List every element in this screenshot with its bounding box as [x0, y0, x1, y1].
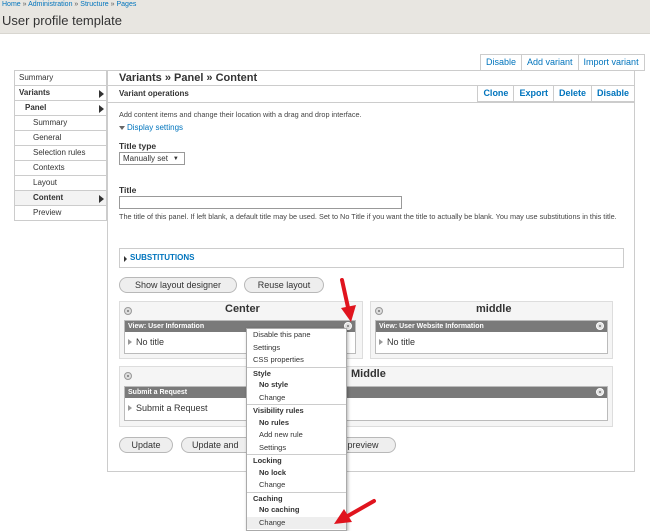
breadcrumb-separator: »	[74, 1, 79, 8]
content-intro: Add content items and change their locat…	[119, 110, 362, 119]
menu-item-no-lock: No lock	[259, 467, 287, 477]
chevron-right-icon	[99, 90, 104, 98]
tab-variants-label: Variants	[19, 88, 51, 97]
region-middle-title: middle	[476, 303, 512, 315]
caret-down-icon	[119, 126, 125, 130]
pane-submit-a-request[interactable]: Submit a Request Submit a Request	[124, 386, 608, 421]
menu-item-style-change[interactable]: Change	[247, 392, 346, 405]
pane-body: No title	[376, 332, 607, 352]
menu-item-visibility-settings[interactable]: Settings	[247, 442, 346, 455]
pane-title-bar[interactable]: Submit a Request	[125, 387, 607, 398]
menu-item-settings[interactable]: Settings	[247, 342, 346, 355]
pane-body-text: No title	[136, 337, 165, 347]
gear-icon[interactable]	[124, 307, 132, 315]
display-settings-link: Display settings	[127, 123, 184, 132]
pane-body-text: Submit a Request	[136, 403, 208, 413]
vertical-tabs: Summary Variants Panel Summary General S…	[14, 70, 107, 221]
menu-heading-style: Style	[247, 366, 346, 379]
variant-operations-row: Variant operations Clone Export Delete D…	[108, 85, 635, 103]
menu-item-no-style: No style	[259, 380, 289, 389]
title-label: Title	[119, 185, 137, 195]
title-type-label: Title type	[119, 141, 157, 151]
tab-general[interactable]: General	[15, 131, 106, 146]
pane-body: Submit a Request	[125, 398, 607, 418]
breadcrumb-structure[interactable]: Structure	[80, 1, 108, 8]
tab-summary[interactable]: Summary	[15, 71, 106, 86]
disable-variant-button[interactable]: Disable	[590, 86, 634, 101]
menu-item-disable-pane[interactable]: Disable this pane	[247, 329, 346, 342]
menu-heading-locking: Locking	[247, 454, 346, 467]
pane-user-website-information[interactable]: View: User Website Information No title	[375, 320, 608, 354]
chevron-right-icon	[99, 105, 104, 113]
tab-content-label: Content	[33, 193, 64, 202]
pane-title-bar[interactable]: View: User Website Information	[376, 321, 607, 332]
menu-item-lock-change[interactable]: Change	[247, 479, 346, 492]
gear-icon[interactable]	[596, 322, 604, 330]
export-button[interactable]: Export	[513, 86, 553, 101]
variant-operations-label: Variant operations	[119, 89, 189, 98]
region-center-title: Center	[225, 303, 260, 315]
title-input[interactable]	[119, 196, 402, 209]
breadcrumb-separator: »	[110, 1, 115, 8]
tab-preview[interactable]: Preview	[15, 206, 106, 221]
gear-icon[interactable]	[375, 307, 383, 315]
title-type-value: Manually set	[123, 154, 168, 163]
tab-variants[interactable]: Variants	[15, 86, 106, 101]
substitutions-fieldset[interactable]: SUBSTITUTIONS	[119, 248, 624, 268]
tab-panel[interactable]: Panel	[15, 101, 106, 116]
tab-panel-summary[interactable]: Summary	[15, 116, 106, 131]
delete-button[interactable]: Delete	[552, 86, 591, 101]
tab-selection-rules[interactable]: Selection rules	[15, 146, 106, 161]
breadcrumb-separator: »	[22, 1, 27, 8]
page-title: User profile template	[2, 13, 122, 28]
chevron-right-icon	[99, 195, 104, 203]
content-heading: Variants » Panel » Content	[108, 71, 634, 86]
tab-contexts[interactable]: Contexts	[15, 161, 106, 176]
breadcrumb: Home » Administration » Structure » Page…	[2, 1, 136, 8]
tab-panel-label: Panel	[25, 103, 47, 112]
gear-icon[interactable]	[596, 388, 604, 396]
pane-body-text: No title	[387, 337, 416, 347]
breadcrumb-administration[interactable]: Administration	[28, 1, 72, 8]
disable-page-button[interactable]: Disable	[481, 55, 521, 70]
menu-heading-visibility-rules: Visibility rules	[247, 404, 346, 417]
region-middle-full-title: Middle	[351, 368, 386, 380]
dropdown-arrow-icon: ▼	[172, 155, 179, 162]
caret-right-icon	[128, 339, 132, 345]
gear-icon[interactable]	[124, 372, 132, 380]
title-type-select[interactable]: Manually set ▼	[119, 152, 185, 165]
import-variant-button[interactable]: Import variant	[577, 55, 644, 70]
caret-right-icon	[379, 339, 383, 345]
show-layout-designer-button[interactable]: Show layout designer	[119, 277, 237, 293]
page-actions: Disable Add variant Import variant	[480, 54, 645, 71]
menu-item-no-rules: No rules	[259, 417, 290, 427]
update-button[interactable]: Update	[119, 437, 173, 453]
clone-button[interactable]: Clone	[478, 86, 513, 101]
menu-item-css-properties[interactable]: CSS properties	[247, 354, 346, 367]
title-help-text: The title of this panel. If left blank, …	[119, 212, 617, 221]
tab-content[interactable]: Content	[15, 191, 106, 206]
breadcrumb-pages[interactable]: Pages	[117, 1, 137, 8]
annotation-arrow-icon	[340, 278, 356, 322]
add-variant-button[interactable]: Add variant	[521, 55, 578, 70]
tab-layout[interactable]: Layout	[15, 176, 106, 191]
variant-operations-buttons: Clone Export Delete Disable	[477, 85, 635, 102]
caret-right-icon	[128, 405, 132, 411]
substitutions-label: SUBSTITUTIONS	[130, 253, 195, 262]
breadcrumb-home[interactable]: Home	[2, 1, 21, 8]
display-settings-toggle[interactable]: Display settings	[119, 123, 183, 132]
reuse-layout-button[interactable]: Reuse layout	[244, 277, 324, 293]
admin-header: Home » Administration » Structure » Page…	[0, 0, 650, 34]
annotation-arrow-icon	[334, 499, 376, 524]
caret-right-icon	[124, 256, 127, 262]
menu-item-add-new-rule[interactable]: Add new rule	[247, 429, 346, 442]
